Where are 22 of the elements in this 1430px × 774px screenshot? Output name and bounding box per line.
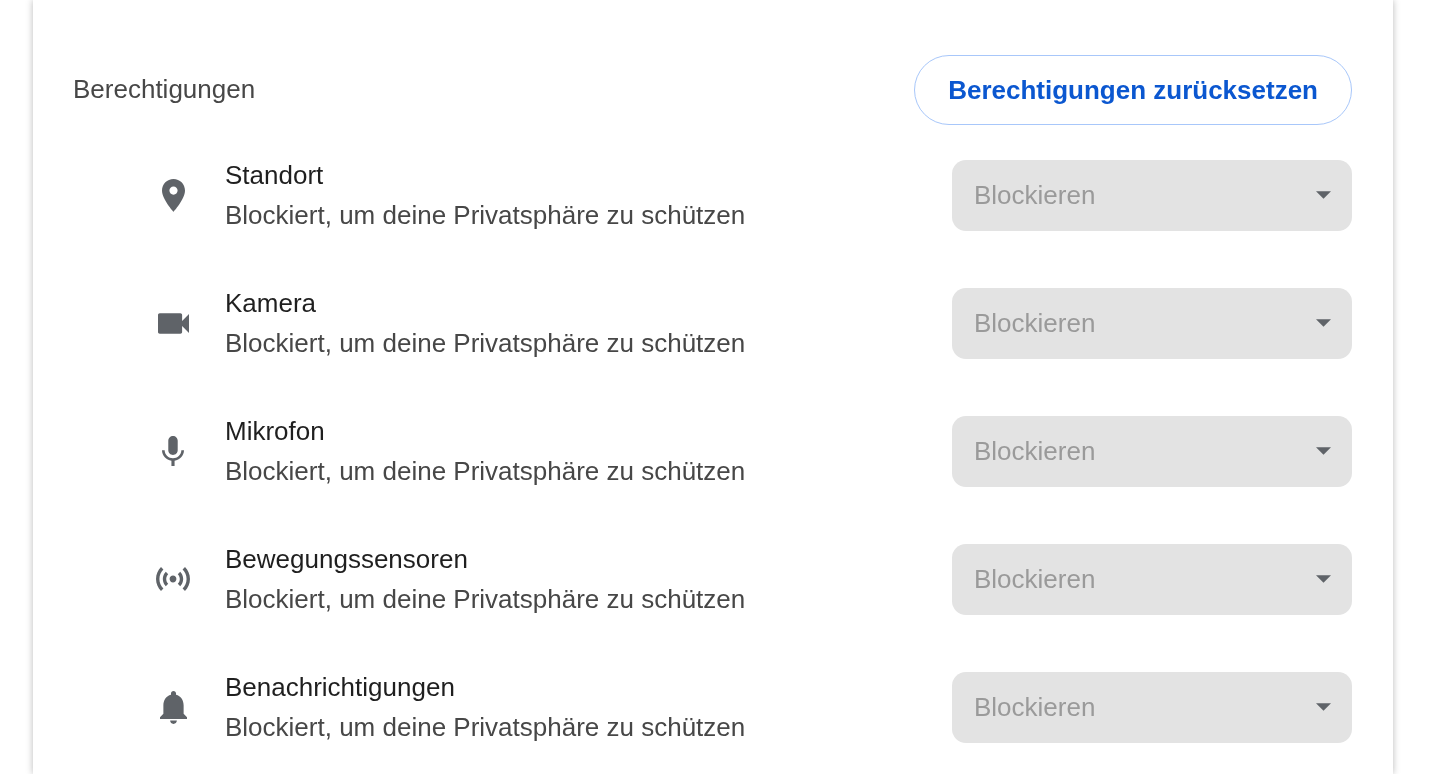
location-pin-icon [161,178,185,212]
microphone-icon [162,436,184,466]
caret-down-icon [1316,319,1331,327]
permission-description: Blockiert, um deine Privatsphäre zu schützen [225,327,746,360]
video-camera-icon [157,312,189,334]
permission-name: Mikrofon [225,415,326,448]
bell-icon [159,690,187,724]
caret-down-icon [1316,575,1331,583]
caret-down-icon [1316,447,1331,455]
section-heading: Berechtigungen [73,74,256,106]
permission-name: Standort [225,159,325,192]
reset-permissions-button[interactable]: Berechtigungen zurücksetzen [914,55,1352,125]
permission-name: Kamera [225,287,318,320]
permission-description: Blockiert, um deine Privatsphäre zu schützen [225,199,746,232]
radio-waves-icon [156,567,190,591]
caret-down-icon [1316,191,1331,199]
permission-description: Blockiert, um deine Privatsphäre zu schützen [225,711,746,744]
permission-name: Bewegungssensoren [225,543,469,576]
permission-name: Benachrichtigungen [225,671,456,704]
caret-down-icon [1316,703,1331,711]
permission-description: Blockiert, um deine Privatsphäre zu schützen [225,455,746,488]
permission-description: Blockiert, um deine Privatsphäre zu schützen [225,583,746,616]
